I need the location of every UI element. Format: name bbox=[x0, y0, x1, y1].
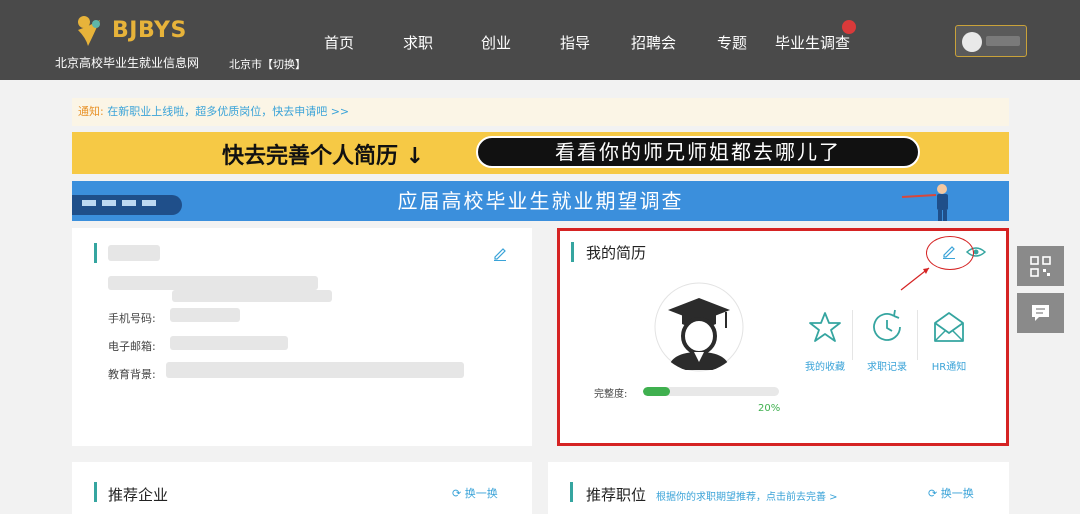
completeness-fill bbox=[643, 387, 671, 396]
graduate-avatar-icon[interactable] bbox=[654, 282, 744, 372]
site-name: 北京高校毕业生就业信息网 bbox=[55, 56, 200, 70]
hot-badge bbox=[842, 20, 856, 34]
preview-eye-icon[interactable] bbox=[966, 246, 986, 258]
notice-label: 通知: bbox=[78, 105, 104, 118]
nav-topics[interactable]: 专题 bbox=[717, 31, 747, 55]
redacted-phone bbox=[170, 308, 240, 322]
card-accent bbox=[94, 482, 97, 502]
recommend-jobs-card: 推荐职位 根据你的求职期望推荐，点击前去完善 > ⟳ 换一换 bbox=[548, 462, 1009, 514]
resume-banner[interactable]: 快去完善个人简历 ↓ 看看你的师兄师姐都去哪儿了 bbox=[72, 132, 1009, 174]
star-icon bbox=[809, 312, 841, 342]
annotation-arrow-icon bbox=[900, 267, 930, 291]
message-icon bbox=[1032, 305, 1049, 321]
edit-resume-icon[interactable] bbox=[941, 243, 957, 259]
user-menu-button[interactable] bbox=[955, 25, 1027, 57]
alumni-pill[interactable]: 看看你的师兄师姐都去哪儿了 bbox=[476, 136, 920, 168]
alumni-pill-text: 看看你的师兄师姐都去哪儿了 bbox=[555, 140, 841, 164]
resume-banner-text: 快去完善个人简历 ↓ bbox=[222, 144, 425, 169]
nav-job-fair[interactable]: 招聘会 bbox=[631, 31, 676, 55]
survey-banner[interactable]: 应届高校毕业生就业期望调查 bbox=[72, 181, 1009, 221]
tile-hr-notice-label: HR通知 bbox=[931, 362, 967, 373]
logo-mark-icon bbox=[78, 16, 100, 46]
recommend-jobs-hint[interactable]: 根据你的求职期望推荐，点击前去完善 > bbox=[656, 488, 838, 503]
feedback-button[interactable] bbox=[1017, 293, 1064, 333]
card-accent bbox=[571, 242, 574, 262]
edit-profile-icon[interactable] bbox=[492, 245, 508, 261]
redacted-education bbox=[166, 362, 464, 378]
recommend-companies-card: 推荐企业 ⟳ 换一换 bbox=[72, 462, 532, 514]
resume-card-title: 我的简历 bbox=[586, 244, 647, 262]
user-avatar-icon bbox=[962, 32, 982, 52]
recommend-companies-title: 推荐企业 bbox=[108, 486, 169, 504]
card-accent bbox=[94, 243, 97, 263]
user-name-redacted bbox=[986, 36, 1020, 46]
tile-history-label: 求职记录 bbox=[867, 362, 907, 373]
tile-divider bbox=[917, 310, 918, 360]
nav-jobs[interactable]: 求职 bbox=[403, 31, 433, 55]
mail-icon bbox=[934, 312, 964, 342]
refresh-icon: ⟳ bbox=[452, 487, 465, 500]
top-header: BJBYS 北京高校毕业生就业信息网 北京市【切换】 首页 求职 创业 指导 招… bbox=[0, 0, 1080, 80]
notice-bar[interactable]: 通知: 在新职业上线啦，超多优质岗位，快去申请吧 >> bbox=[72, 98, 1009, 126]
tile-divider bbox=[852, 310, 853, 360]
completeness-label: 完整度: bbox=[594, 389, 628, 400]
nav-graduate-survey[interactable]: 毕业生调查 bbox=[775, 31, 850, 55]
person-illustration-icon bbox=[901, 184, 948, 221]
redacted-line bbox=[172, 290, 332, 302]
redacted-name bbox=[108, 245, 160, 261]
nav-home[interactable]: 首页 bbox=[324, 31, 354, 55]
phone-label: 手机号码: bbox=[108, 312, 156, 325]
nav-guidance[interactable]: 指导 bbox=[560, 31, 590, 55]
recommend-jobs-title: 推荐职位 bbox=[586, 486, 647, 504]
refresh-jobs-button[interactable]: ⟳ 换一换 bbox=[928, 485, 974, 501]
education-label: 教育背景: bbox=[108, 368, 156, 381]
logo-text: BJBYS bbox=[112, 18, 187, 43]
city-switch[interactable]: 北京市【切换】 bbox=[229, 56, 306, 72]
email-label: 电子邮箱: bbox=[108, 340, 156, 353]
site-logo[interactable]: BJBYS 北京高校毕业生就业信息网 bbox=[52, 10, 222, 72]
refresh-label: 换一换 bbox=[464, 487, 498, 500]
card-accent bbox=[570, 482, 573, 502]
history-icon bbox=[873, 309, 901, 341]
qr-code-icon bbox=[1030, 256, 1051, 277]
redacted-email bbox=[170, 336, 288, 350]
completeness-bar bbox=[643, 387, 779, 396]
refresh-label: 换一换 bbox=[940, 487, 974, 500]
redacted-line bbox=[108, 276, 318, 290]
notice-link[interactable]: 在新职业上线啦，超多优质岗位，快去申请吧 >> bbox=[107, 105, 349, 118]
refresh-companies-button[interactable]: ⟳ 换一换 bbox=[452, 485, 498, 501]
qr-code-button[interactable] bbox=[1017, 246, 1064, 286]
completeness-percent: 20% bbox=[758, 403, 781, 414]
nav-startup[interactable]: 创业 bbox=[481, 31, 511, 55]
tile-favorites-label: 我的收藏 bbox=[805, 362, 845, 373]
profile-card: 手机号码: 电子邮箱: 教育背景: bbox=[72, 228, 532, 446]
refresh-icon: ⟳ bbox=[928, 487, 941, 500]
survey-banner-text: 应届高校毕业生就业期望调查 bbox=[397, 189, 684, 213]
